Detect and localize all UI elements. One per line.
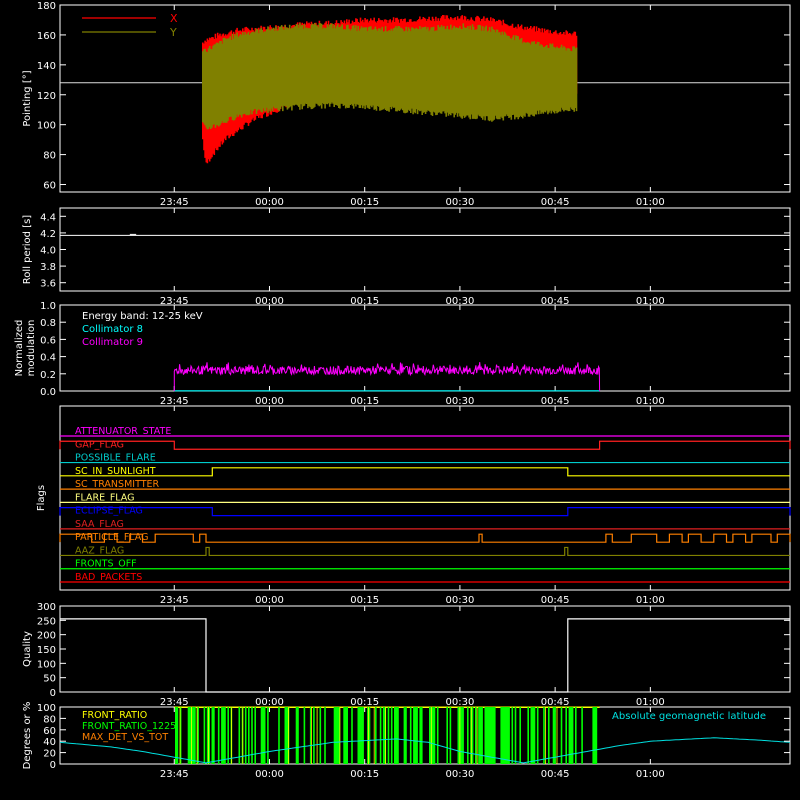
roll-ytick-label: 4.2	[40, 229, 56, 240]
modulation-xtick-label: 01:00	[636, 396, 665, 407]
modulation-ytick-label: 0.0	[40, 387, 56, 398]
ratios-xtick-label: 00:00	[255, 769, 284, 780]
flags-xtick-label: 23:45	[160, 595, 189, 606]
quality-ytick-label: 200	[37, 631, 56, 642]
flag-label: FLARE_FLAG	[75, 492, 135, 503]
energy-band-label: Energy band: 12-25 keV	[82, 311, 203, 322]
pointing-xtick-label: 00:30	[445, 197, 474, 208]
ratios-ytick-label: 0	[50, 760, 56, 771]
roll-ytick-label: 4.0	[40, 246, 56, 257]
flag-label: ATTENUATOR_STATE	[75, 426, 171, 437]
modulation-xtick-label: 00:30	[445, 396, 474, 407]
quality-ytick-label: 150	[37, 645, 56, 656]
ratios-xtick-label: 23:45	[160, 769, 189, 780]
ratios-ylabel: Degrees or %	[22, 702, 33, 770]
flag-label: BAD_PACKETS	[75, 572, 142, 583]
modulation-ytick-label: 0.2	[40, 370, 56, 381]
flag-label: SC_IN_SUNLIGHT	[75, 466, 156, 477]
flag-label: ECLIPSE_FLAG	[75, 506, 143, 517]
quality-xtick-label: 00:15	[350, 697, 379, 708]
pointing-ytick-label: 100	[37, 121, 56, 132]
quality-ylabel: Quality	[22, 631, 33, 667]
flag-label: AAZ_FLAG	[75, 545, 124, 556]
quality-ytick-label: 0	[50, 688, 56, 699]
quality-xtick-label: 00:00	[255, 697, 284, 708]
flag-label: SAA_FLAG	[75, 519, 124, 530]
flag-label: PARTICLE_FLAG	[75, 532, 148, 543]
ratios-xtick-label: 00:15	[350, 769, 379, 780]
quality-xtick-label: 01:00	[636, 697, 665, 708]
flag-label: POSSIBLE_FLARE	[75, 453, 156, 464]
legend-collimator-9: Collimator 9	[82, 337, 143, 348]
rhessi-quicklook-figure: 23:45 00:00 00:15 00:30 00:45 01:00XY60801001…	[0, 0, 800, 800]
roll-ytick-label: 3.8	[40, 262, 56, 273]
quality-ytick-label: 100	[37, 659, 56, 670]
pointing-ylabel: Pointing [°]	[22, 70, 33, 126]
modulation-ytick-label: 0.8	[40, 318, 56, 329]
ratios-ytick-label: 40	[43, 737, 56, 748]
ratios-ytick-label: 100	[37, 703, 56, 714]
quality-xtick-label: 00:45	[541, 697, 570, 708]
modulation-ylabel-1: Normalized	[14, 320, 25, 377]
roll-ylabel: Roll period [s]	[22, 215, 33, 284]
pointing-xtick-label: 01:00	[636, 197, 665, 208]
modulation-ylabel-2: modulation	[26, 320, 37, 377]
pointing-xtick-label: 00:45	[541, 197, 570, 208]
modulation-ytick-label: 0.6	[40, 335, 56, 346]
legend-collimator-8: Collimator 8	[82, 324, 143, 335]
modulation-xtick-label: 00:15	[350, 396, 379, 407]
flags-xtick-label: 01:00	[636, 595, 665, 606]
flags-xtick-label: 00:45	[541, 595, 570, 606]
quality-ytick-label: 300	[37, 602, 56, 613]
quality-ytick-label: 250	[37, 616, 56, 627]
quality-ytick-label: 50	[43, 674, 56, 685]
ratios-ytick-label: 60	[43, 726, 56, 737]
flags-xtick-label: 00:30	[445, 595, 474, 606]
legend-front-ratio-1225: FRONT_RATIO_1225	[82, 721, 176, 732]
pointing-xtick-label: 23:45	[160, 197, 189, 208]
roll-ytick-label: 3.6	[40, 279, 56, 290]
modulation-xtick-label: 00:00	[255, 396, 284, 407]
ratios-ytick-label: 80	[43, 714, 56, 725]
pointing-ytick-label: 140	[37, 61, 56, 72]
legend-front-ratio: FRONT_RATIO	[82, 710, 147, 721]
flag-label: SC_TRANSMITTER	[75, 479, 160, 490]
ratios-xtick-label: 01:00	[636, 769, 665, 780]
flags-xtick-label: 00:00	[255, 595, 284, 606]
pointing-ytick-label: 160	[37, 31, 56, 42]
roll-ytick-label: 4.4	[40, 212, 56, 223]
ratios-ytick-label: 20	[43, 749, 56, 760]
quality-xtick-label: 23:45	[160, 697, 189, 708]
modulation-xtick-label: 23:45	[160, 396, 189, 407]
modulation-ytick-label: 0.4	[40, 353, 56, 364]
pointing-xtick-label: 00:00	[255, 197, 284, 208]
pointing-ytick-label: 80	[43, 151, 56, 162]
pointing-ytick-label: 180	[37, 1, 56, 12]
legend-geomagnetic-latitude: Absolute geomagnetic latitude	[612, 711, 766, 722]
flag-label: FRONTS_OFF	[75, 559, 137, 570]
legend-label-x: X	[170, 12, 178, 25]
pointing-ytick-label: 120	[37, 91, 56, 102]
modulation-ytick-label: 1.0	[40, 301, 56, 312]
ratios-xtick-label: 00:30	[445, 769, 474, 780]
legend-label-y: Y	[169, 26, 177, 39]
legend-max-det-vs-tot: MAX_DET_VS_TOT	[82, 732, 168, 743]
pointing-xtick-label: 00:15	[350, 197, 379, 208]
flags-xtick-label: 00:15	[350, 595, 379, 606]
pointing-ytick-label: 60	[43, 181, 56, 192]
modulation-xtick-label: 00:45	[541, 396, 570, 407]
ratios-xtick-label: 00:45	[541, 769, 570, 780]
quality-xtick-label: 00:30	[445, 697, 474, 708]
flags-ylabel: Flags	[36, 485, 47, 511]
flag-label: GAP_FLAG	[75, 439, 124, 450]
